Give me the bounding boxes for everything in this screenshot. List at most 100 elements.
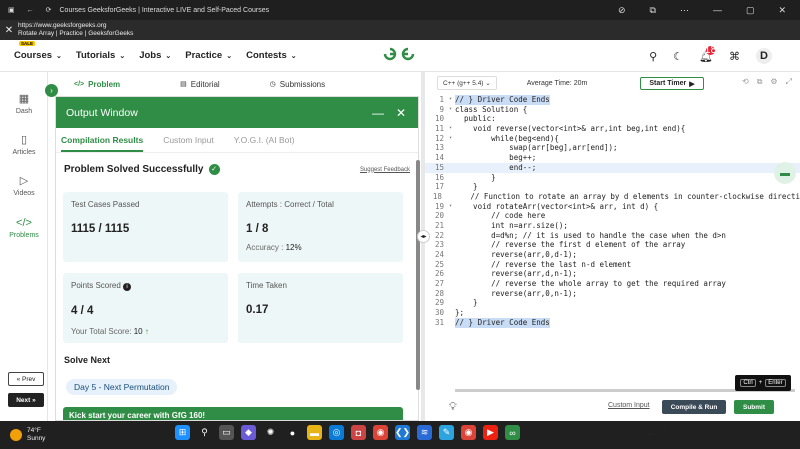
tab-problem[interactable]: </> Problem <box>74 80 120 89</box>
tracking-icon[interactable]: ⊘ <box>618 5 626 16</box>
onedrive-icon[interactable]: ☁ <box>647 429 654 437</box>
extensions-icon[interactable]: ⧉ <box>650 5 656 16</box>
minimize-panel-icon[interactable]: — <box>372 106 384 120</box>
code-line[interactable]: 25 // reverse the last n-d element <box>425 260 800 270</box>
start-timer-button[interactable]: Start Timer ▶ <box>640 77 704 90</box>
next-button[interactable]: Next » <box>8 393 44 407</box>
code-line[interactable]: 30}; <box>425 308 800 318</box>
battery-icon[interactable]: ▭ <box>721 429 727 437</box>
nav-courses[interactable]: SALE Courses ⌄ <box>14 41 62 61</box>
code-line[interactable]: 24 reverse(arr,0,d-1); <box>425 250 800 260</box>
code-line[interactable]: 11 ▾ void reverse(vector<int>& arr,int be… <box>425 124 800 134</box>
search-icon[interactable]: ⚲ <box>649 50 657 63</box>
settings-icon[interactable]: ⚙ <box>770 77 777 87</box>
language-indicator[interactable]: ENG IN <box>663 425 677 441</box>
tab-editorial[interactable]: ▤ Editorial <box>180 80 220 89</box>
promo-banner[interactable]: Kick start your career with GfG 160! <box>63 407 403 420</box>
submit-button[interactable]: Submit <box>734 400 774 414</box>
resize-handle-icon[interactable]: ◂▸ <box>417 230 430 243</box>
custom-input-link[interactable]: Custom Input <box>608 402 650 409</box>
code-line[interactable]: 10 public: <box>425 114 800 124</box>
code-line[interactable]: 9 ▾ class Solution { <box>425 105 800 115</box>
task-view-icon[interactable]: ▭ <box>219 425 234 440</box>
reload-icon[interactable]: ⟳ <box>46 6 52 14</box>
back-icon[interactable]: ← <box>27 7 34 14</box>
notification-icon[interactable]: 🔔︎ 18 <box>699 44 717 63</box>
gfg-app-icon[interactable]: ∞ <box>505 425 520 440</box>
youtube-icon[interactable]: ▶ <box>483 425 498 440</box>
code-line[interactable]: 20 // code here <box>425 211 800 221</box>
lightbulb-icon[interactable]: 💡︎ <box>449 401 457 414</box>
sidebar-item-problems[interactable]: </> Problems <box>0 211 48 253</box>
code-line[interactable]: 26 reverse(arr,d,n-1); <box>425 269 800 279</box>
minimize-icon[interactable]: — <box>713 5 722 16</box>
code-line[interactable]: 1 ▾// } Driver Code Ends <box>425 95 800 105</box>
url-text[interactable]: https://www.geeksforgeeks.org <box>18 22 133 30</box>
code-line[interactable]: 19 ▾ void rotateArr(vector<int>& arr, int… <box>425 202 800 212</box>
close-panel-icon[interactable]: ✕ <box>396 106 406 120</box>
maximize-icon[interactable]: ▢ <box>746 5 755 16</box>
office-icon[interactable]: ◘ <box>351 425 366 440</box>
windows-start-icon[interactable]: ⊞ <box>175 425 190 440</box>
chat-icon[interactable]: ▬ <box>774 162 796 184</box>
code-line[interactable]: 27 // reverse the whole array to get the… <box>425 279 800 289</box>
code-line[interactable]: 29 } <box>425 298 800 308</box>
tab-custom-input[interactable]: Custom Input <box>163 135 214 145</box>
nav-contests[interactable]: Contests ⌄ <box>246 50 297 61</box>
tab-yogi-ai-bot[interactable]: Y.O.G.I. (AI Bot) <box>234 135 295 145</box>
code-line[interactable]: 15 end--; <box>425 162 800 173</box>
expand-sidebar-icon[interactable]: › <box>45 84 58 97</box>
fullscreen-icon[interactable]: ⤢ <box>786 77 792 87</box>
theme-toggle-icon[interactable]: ☾ <box>673 50 683 63</box>
reset-icon[interactable]: ⟲ <box>742 77 749 87</box>
code-line[interactable]: 31 // } Driver Code Ends <box>425 317 800 328</box>
mysql-icon[interactable]: ≋ <box>417 425 432 440</box>
info-icon[interactable]: i <box>123 283 132 291</box>
sidebar-toggle-icon[interactable]: ▣ <box>8 6 15 14</box>
chrome-profile-icon[interactable]: ◉ <box>461 425 476 440</box>
code-line[interactable]: 22 d=d%n; // it is used to handle the ca… <box>425 231 800 241</box>
code-line[interactable]: 17 } <box>425 182 800 192</box>
prev-button[interactable]: « Prev <box>8 372 44 386</box>
code-line[interactable]: 23 // reverse the first d element of the… <box>425 240 800 250</box>
close-tab-icon[interactable]: ✕ <box>0 25 18 36</box>
clock[interactable]: 12:40 27 November <box>737 424 776 442</box>
code-line[interactable]: 12 ▾ while(beg<end){ <box>425 134 800 144</box>
notifications-icon[interactable]: ▢ <box>786 429 792 437</box>
avatar[interactable]: D <box>756 48 772 64</box>
weather-widget[interactable]: 74°F Sunny <box>0 427 45 443</box>
suggest-feedback-link[interactable]: Suggest Feedback <box>360 167 410 173</box>
wifi-icon[interactable]: ⌔ <box>687 429 693 438</box>
language-select[interactable]: C++ (g++ 5.4) ⌄ <box>437 76 497 90</box>
volume-icon[interactable]: ◁) <box>703 429 710 437</box>
paint-icon[interactable]: ✎ <box>439 425 454 440</box>
code-line[interactable]: 14 beg++; <box>425 153 800 163</box>
code-editor[interactable]: 1 ▾// } Driver Code Ends 9 ▾ class Solution … <box>425 95 800 392</box>
gfg-logo[interactable] <box>382 46 416 67</box>
code-line[interactable]: 21 int n=arr.size(); <box>425 221 800 231</box>
search-icon[interactable]: ⚲ <box>197 425 212 440</box>
chrome-icon[interactable]: ◉ <box>373 425 388 440</box>
copy-icon[interactable]: ⧉ <box>757 77 763 87</box>
tab-submissions[interactable]: ◷ Submissions <box>270 80 325 89</box>
translate-icon[interactable]: ⌘ <box>729 50 740 63</box>
more-icon[interactable]: ⋯ <box>680 5 689 16</box>
next-problem-chip[interactable]: Day 5 - Next Permutation <box>66 379 178 395</box>
code-line[interactable]: 28 reverse(arr,0,n-1); <box>425 289 800 299</box>
nav-jobs[interactable]: Jobs ⌄ <box>139 50 171 61</box>
chatgpt-icon[interactable]: ✺ <box>263 425 278 440</box>
code-line[interactable]: 13 swap(arr[beg],arr[end]); <box>425 143 800 153</box>
output-scrollbar[interactable] <box>416 160 420 390</box>
nav-tutorials[interactable]: Tutorials ⌄ <box>76 50 125 61</box>
copilot-icon[interactable]: ◆ <box>241 425 256 440</box>
sidebar-item-dash[interactable]: ▦ Dash <box>0 92 48 115</box>
edge-icon[interactable]: ◎ <box>329 425 344 440</box>
tab-compilation-results[interactable]: Compilation Results <box>61 135 144 152</box>
close-window-icon[interactable]: ✕ <box>778 5 786 16</box>
code-line[interactable]: 18 // Function to rotate an array by d e… <box>425 192 800 202</box>
sidebar-item-articles[interactable]: ▯ Articles <box>0 133 48 156</box>
github-icon[interactable]: ● <box>285 425 300 440</box>
vscode-icon[interactable]: ❮❯ <box>395 425 410 440</box>
nav-practice[interactable]: Practice ⌄ <box>185 50 232 61</box>
code-line[interactable]: 16 } <box>425 173 800 183</box>
